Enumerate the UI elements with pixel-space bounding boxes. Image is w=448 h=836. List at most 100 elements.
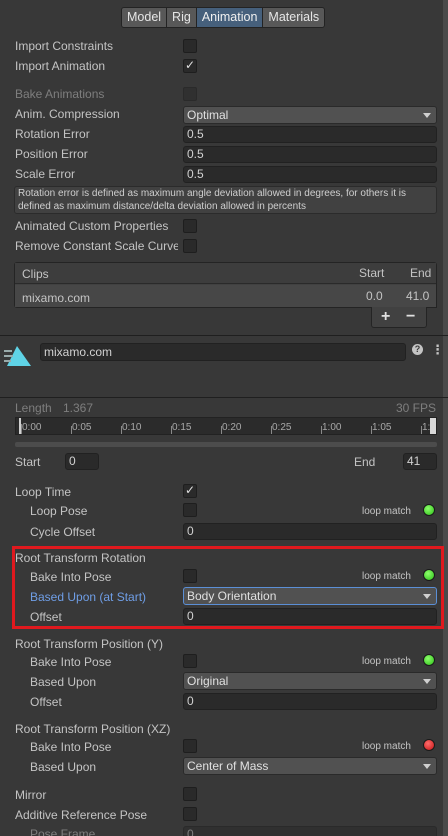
- compression-help-box: Rotation error is defined as maximum ang…: [14, 186, 437, 214]
- rot-offset-field[interactable]: 0: [183, 608, 437, 625]
- clip-name-field[interactable]: mixamo.com: [40, 343, 406, 361]
- clips-header-label: Clips: [22, 267, 49, 281]
- anim-compression-dropdown[interactable]: Optimal: [183, 106, 437, 124]
- length-value: 1.367: [63, 401, 94, 415]
- timeline-end-marker[interactable]: [430, 418, 436, 434]
- pose-frame-label: Pose Frame: [30, 827, 96, 836]
- rot-offset-label: Offset: [30, 610, 62, 624]
- clip-row-end: 41.0: [406, 289, 430, 303]
- tab-rig[interactable]: Rig: [166, 7, 197, 28]
- chevron-down-icon: [423, 679, 431, 684]
- clips-list: Clips Start End mixamo.com 0.0 41.0: [14, 262, 437, 308]
- clip-row[interactable]: mixamo.com 0.0 41.0: [15, 285, 436, 307]
- inspector-tabs: Model Rig Animation Materials: [121, 7, 326, 28]
- cycle-offset-field[interactable]: 0: [183, 523, 437, 540]
- tab-animation[interactable]: Animation: [195, 7, 264, 28]
- animated-custom-properties-label: Animated Custom Properties: [15, 219, 169, 233]
- rot-based-upon-label: Based Upon (at Start): [30, 590, 147, 604]
- posy-offset-label: Offset: [30, 695, 62, 709]
- start-label: Start: [15, 455, 41, 469]
- posy-based-upon-label: Based Upon: [30, 675, 97, 689]
- tab-materials[interactable]: Materials: [262, 7, 326, 28]
- add-clip-button[interactable]: +: [381, 308, 390, 326]
- rot-based-upon-value: Body Orientation: [187, 589, 277, 603]
- timeline-ruler[interactable]: 0:00 0:05 0:10 0:15 0:20 0:25 1:00 1:05 …: [15, 417, 437, 435]
- bake-animations-checkbox: [183, 87, 197, 101]
- chevron-down-icon: [423, 113, 431, 118]
- animated-custom-properties-checkbox[interactable]: [183, 219, 197, 233]
- posxz-based-upon-dropdown[interactable]: Center of Mass: [183, 757, 437, 775]
- posy-offset-field[interactable]: 0: [183, 693, 437, 710]
- bake-animations-label: Bake Animations: [15, 87, 105, 101]
- timeline-tick-marks: [21, 424, 422, 434]
- additive-reference-pose-label: Additive Reference Pose: [15, 808, 148, 822]
- chevron-down-icon: [423, 594, 431, 599]
- checkmark-icon: ✓: [185, 58, 196, 72]
- fps-label: 30 FPS: [396, 401, 437, 415]
- mirror-checkbox[interactable]: [183, 787, 197, 801]
- position-error-field[interactable]: 0.5: [183, 146, 437, 163]
- clip-row-start: 0.0: [366, 289, 383, 303]
- loop-pose-label: Loop Pose: [30, 504, 88, 518]
- position-error-label: Position Error: [15, 147, 88, 161]
- rot-bake-into-pose-checkbox[interactable]: [183, 569, 197, 583]
- menu-icon[interactable]: ⋮: [431, 342, 444, 358]
- loop-match-label: loop match: [362, 506, 411, 517]
- loop-match-indicator: [423, 504, 435, 516]
- loop-time-checkbox[interactable]: ✓: [183, 483, 197, 498]
- anim-compression-label: Anim. Compression: [15, 107, 120, 121]
- clips-start-header: Start: [359, 266, 385, 280]
- scrollbar[interactable]: [443, 0, 448, 836]
- rot-based-upon-dropdown[interactable]: Body Orientation: [183, 587, 437, 605]
- remove-constant-scale-checkbox[interactable]: [183, 239, 197, 253]
- posxz-bake-into-pose-label: Bake Into Pose: [30, 740, 112, 754]
- posxz-based-upon-label: Based Upon: [30, 760, 97, 774]
- loop-time-label: Loop Time: [15, 485, 72, 499]
- import-animation-label: Import Animation: [15, 59, 106, 73]
- additive-reference-pose-checkbox[interactable]: [183, 807, 197, 821]
- posy-bake-into-pose-label: Bake Into Pose: [30, 655, 112, 669]
- posxz-bake-into-pose-checkbox[interactable]: [183, 739, 197, 753]
- import-animation-checkbox[interactable]: ✓: [183, 58, 197, 73]
- mirror-label: Mirror: [15, 788, 47, 802]
- length-label: Length: [15, 401, 52, 415]
- clips-header: Clips Start End: [15, 263, 436, 284]
- root-position-y-header: Root Transform Position (Y): [15, 637, 164, 651]
- section-divider: [0, 397, 448, 398]
- end-field[interactable]: 41: [403, 453, 437, 470]
- tab-model[interactable]: Model: [121, 7, 168, 28]
- timeline-range-bar[interactable]: [15, 442, 437, 447]
- scale-error-label: Scale Error: [15, 167, 76, 181]
- section-divider: [0, 335, 448, 336]
- remove-clip-button[interactable]: −: [406, 308, 415, 326]
- scale-error-field[interactable]: 0.5: [183, 166, 437, 183]
- root-position-xz-header: Root Transform Position (XZ): [15, 722, 171, 736]
- import-constraints-label: Import Constraints: [15, 39, 114, 53]
- root-rotation-header: Root Transform Rotation: [15, 551, 146, 565]
- remove-constant-scale-label: Remove Constant Scale Curves: [15, 239, 178, 253]
- rotation-error-field[interactable]: 0.5: [183, 126, 437, 143]
- end-label: End: [354, 455, 376, 469]
- pose-frame-field: 0: [183, 826, 437, 836]
- loop-match-indicator: [423, 654, 435, 666]
- start-field[interactable]: 0: [65, 453, 99, 470]
- rotation-error-label: Rotation Error: [15, 127, 90, 141]
- clips-footer: + −: [371, 307, 427, 328]
- cycle-offset-label: Cycle Offset: [30, 525, 96, 539]
- animation-clip-icon: [3, 342, 35, 370]
- clip-row-name: mixamo.com: [22, 291, 91, 305]
- anim-compression-value: Optimal: [187, 108, 229, 122]
- help-icon[interactable]: ?: [412, 344, 423, 355]
- loop-match-indicator: [423, 739, 435, 751]
- posy-bake-into-pose-checkbox[interactable]: [183, 654, 197, 668]
- posy-based-upon-dropdown[interactable]: Original: [183, 672, 437, 690]
- clips-end-header: End: [410, 266, 432, 280]
- import-constraints-checkbox[interactable]: [183, 39, 197, 53]
- loop-pose-checkbox[interactable]: [183, 503, 197, 517]
- checkmark-icon: ✓: [185, 483, 196, 497]
- posy-based-upon-value: Original: [187, 674, 229, 688]
- loop-match-label: loop match: [362, 571, 411, 582]
- chevron-down-icon: [423, 764, 431, 769]
- posxz-based-upon-value: Center of Mass: [187, 759, 269, 773]
- loop-match-label: loop match: [362, 741, 411, 752]
